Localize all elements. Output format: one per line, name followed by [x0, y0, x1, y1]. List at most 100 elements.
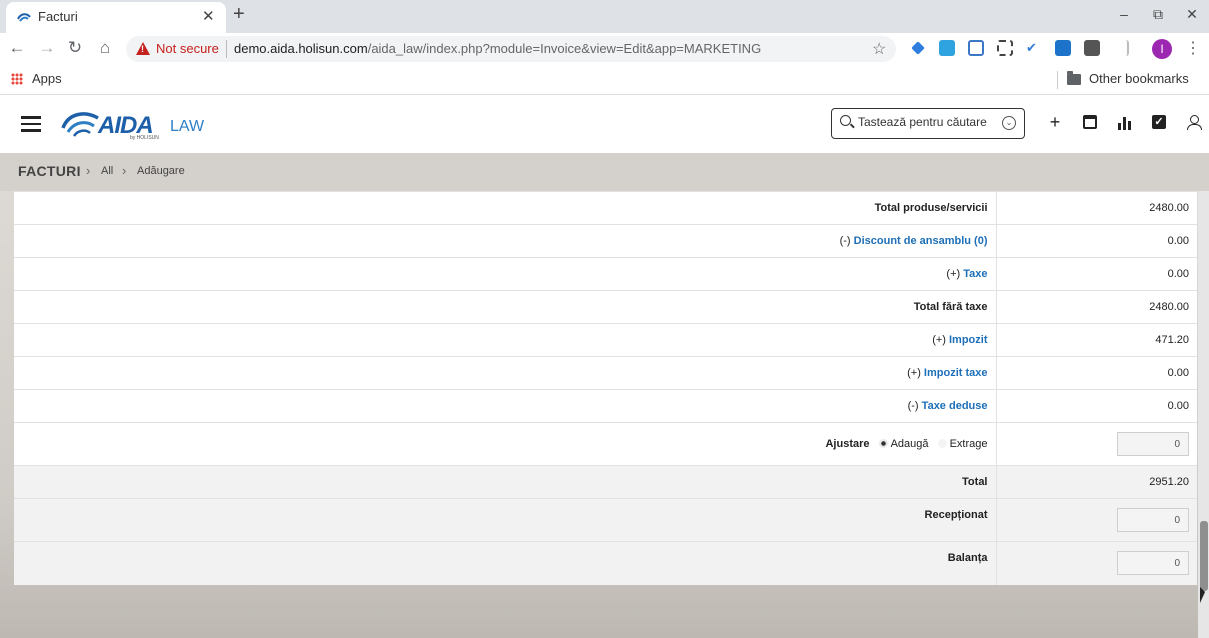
discount-prefix: (-): [839, 235, 851, 247]
logo-byline: by HOLISUN: [130, 135, 159, 141]
row-balanta: Balanța: [14, 541, 1197, 585]
bar-chart-icon[interactable]: [1118, 114, 1134, 130]
logo-swoosh-icon: [61, 112, 99, 137]
total-no-tax-label: Total fără taxe: [913, 301, 988, 313]
minimize-icon[interactable]: –: [1117, 6, 1131, 23]
total-label: Total: [962, 476, 988, 488]
taxe-link[interactable]: Taxe: [963, 268, 987, 280]
warning-icon: [136, 42, 150, 55]
taxe-value: 0.00: [996, 257, 1197, 291]
taxe-deduse-link[interactable]: Taxe deduse: [922, 400, 988, 412]
extension-icons: ✔: [910, 40, 1129, 56]
row-taxe-deduse: (-) Taxe deduse 0.00: [14, 389, 1197, 423]
global-search[interactable]: ⌄: [831, 108, 1025, 139]
profile-avatar[interactable]: I: [1152, 39, 1172, 59]
receptionat-input[interactable]: [1117, 508, 1189, 532]
receptionat-label: Recepționat: [924, 509, 988, 521]
new-tab-icon[interactable]: +: [233, 3, 245, 26]
breadcrumb-item-all[interactable]: All: [101, 165, 113, 177]
taxe-deduse-value: 0.00: [996, 389, 1197, 423]
bookmarks-bar: Apps Other bookmarks: [0, 65, 1209, 95]
other-bookmarks[interactable]: Other bookmarks: [1089, 71, 1189, 86]
row-total: Total 2951.20: [14, 465, 1197, 499]
ajustare-subtract-radio[interactable]: [937, 438, 947, 448]
extension-grid-icon[interactable]: [1084, 40, 1100, 56]
scrollbar-thumb[interactable]: [1200, 521, 1208, 591]
balanta-input: [1117, 551, 1189, 576]
url-divider: [226, 40, 227, 58]
back-icon[interactable]: ←: [6, 38, 28, 58]
impozit-taxe-value: 0.00: [996, 356, 1197, 390]
restore-icon[interactable]: ⧉: [1151, 6, 1165, 23]
search-options-icon[interactable]: ⌄: [1002, 116, 1016, 130]
forward-icon[interactable]: →: [36, 38, 58, 58]
extension-misc-icon[interactable]: [1113, 40, 1129, 56]
tab-title: Facturi: [38, 9, 78, 24]
ajustare-input[interactable]: [1117, 432, 1189, 456]
logo-suffix: LAW: [170, 118, 205, 135]
chevron-right-icon: ›: [86, 163, 91, 178]
extension-window-icon[interactable]: [968, 40, 984, 56]
balanta-label: Balanța: [947, 552, 988, 564]
taxe-deduse-prefix: (-): [907, 400, 919, 412]
checkbox-icon[interactable]: ✓: [1152, 115, 1166, 129]
breadcrumb-module[interactable]: FACTURI: [18, 163, 81, 179]
plus-icon[interactable]: +: [1047, 113, 1063, 131]
url-text[interactable]: demo.aida.holisun.com/aida_law/index.php…: [234, 41, 761, 56]
browser-menu-icon[interactable]: ⋮: [1185, 38, 1201, 58]
apps-bookmark[interactable]: Apps: [32, 71, 62, 86]
hamburger-menu-icon[interactable]: [21, 116, 41, 132]
extension-check-icon[interactable]: ✔: [1026, 40, 1042, 56]
extension-screenshot-icon[interactable]: [997, 40, 1013, 56]
folder-icon: [1067, 71, 1081, 85]
window-controls: – ⧉ ✕: [1117, 6, 1199, 23]
discount-value: 0.00: [996, 224, 1197, 258]
impozit-taxe-prefix: (+): [907, 367, 921, 379]
security-indicator[interactable]: Not secure: [156, 41, 219, 56]
impozit-prefix: (+): [932, 334, 946, 346]
calendar-icon[interactable]: [1083, 115, 1097, 129]
row-ajustare: Ajustare Adaugă Extrage: [14, 422, 1197, 466]
user-icon[interactable]: [1186, 114, 1202, 130]
total-no-tax-value: 2480.00: [996, 290, 1197, 324]
row-taxe: (+) Taxe 0.00: [14, 257, 1197, 291]
app-header: AIDA LAW by HOLISUN ⌄ + ✓: [0, 96, 1209, 153]
ajustare-label: Ajustare: [825, 438, 870, 450]
aida-law-logo[interactable]: AIDA LAW by HOLISUN: [60, 106, 220, 142]
impozit-link[interactable]: Impozit: [949, 334, 988, 346]
browser-tab-facturi[interactable]: Facturi ✕: [6, 2, 226, 33]
home-icon[interactable]: ⌂: [94, 38, 116, 58]
bookmarks-divider: [1057, 71, 1058, 89]
total-products-value: 2480.00: [996, 191, 1197, 225]
row-total-products: Total produse/servicii 2480.00: [14, 191, 1197, 225]
ajustare-add-radio[interactable]: [878, 438, 888, 448]
search-icon: [840, 115, 851, 126]
address-bar[interactable]: Not secure demo.aida.holisun.com/aida_la…: [126, 36, 896, 62]
window-close-icon[interactable]: ✕: [1185, 6, 1199, 23]
extension-bookmark-icon[interactable]: [1055, 40, 1071, 56]
impozit-value: 471.20: [996, 323, 1197, 357]
reload-icon[interactable]: ↻: [64, 38, 86, 58]
browser-toolbar: ← → ↻ ⌂ Not secure demo.aida.holisun.com…: [0, 33, 1209, 65]
ajustare-subtract-label[interactable]: Extrage: [950, 438, 988, 450]
row-receptionat: Recepționat: [14, 498, 1197, 542]
breadcrumb-item-add: Adăugare: [137, 165, 185, 177]
tab-close-icon[interactable]: ✕: [202, 7, 215, 25]
apps-grid-icon[interactable]: [11, 73, 23, 85]
extension-pen-icon[interactable]: [911, 41, 925, 55]
discount-link[interactable]: Discount de ansamblu (0): [854, 235, 988, 247]
breadcrumb: FACTURI › All › Adăugare: [0, 153, 1209, 191]
total-value: 2951.20: [996, 465, 1197, 499]
row-discount: (-) Discount de ansamblu (0) 0.00: [14, 224, 1197, 258]
invoice-totals-table: Total produse/servicii 2480.00 (-) Disco…: [14, 191, 1197, 585]
browser-tab-strip: Facturi ✕ + – ⧉ ✕: [0, 0, 1209, 33]
search-input[interactable]: [858, 115, 988, 129]
bookmark-star-icon[interactable]: ☆: [872, 39, 886, 59]
extension-drop-icon[interactable]: [939, 40, 955, 56]
chevron-right-icon: ›: [122, 163, 127, 178]
row-impozit-taxe: (+) Impozit taxe 0.00: [14, 356, 1197, 390]
ajustare-add-label[interactable]: Adaugă: [891, 438, 929, 450]
impozit-taxe-link[interactable]: Impozit taxe: [924, 367, 988, 379]
row-total-no-tax: Total fără taxe 2480.00: [14, 290, 1197, 324]
total-products-label: Total produse/servicii: [874, 202, 988, 214]
